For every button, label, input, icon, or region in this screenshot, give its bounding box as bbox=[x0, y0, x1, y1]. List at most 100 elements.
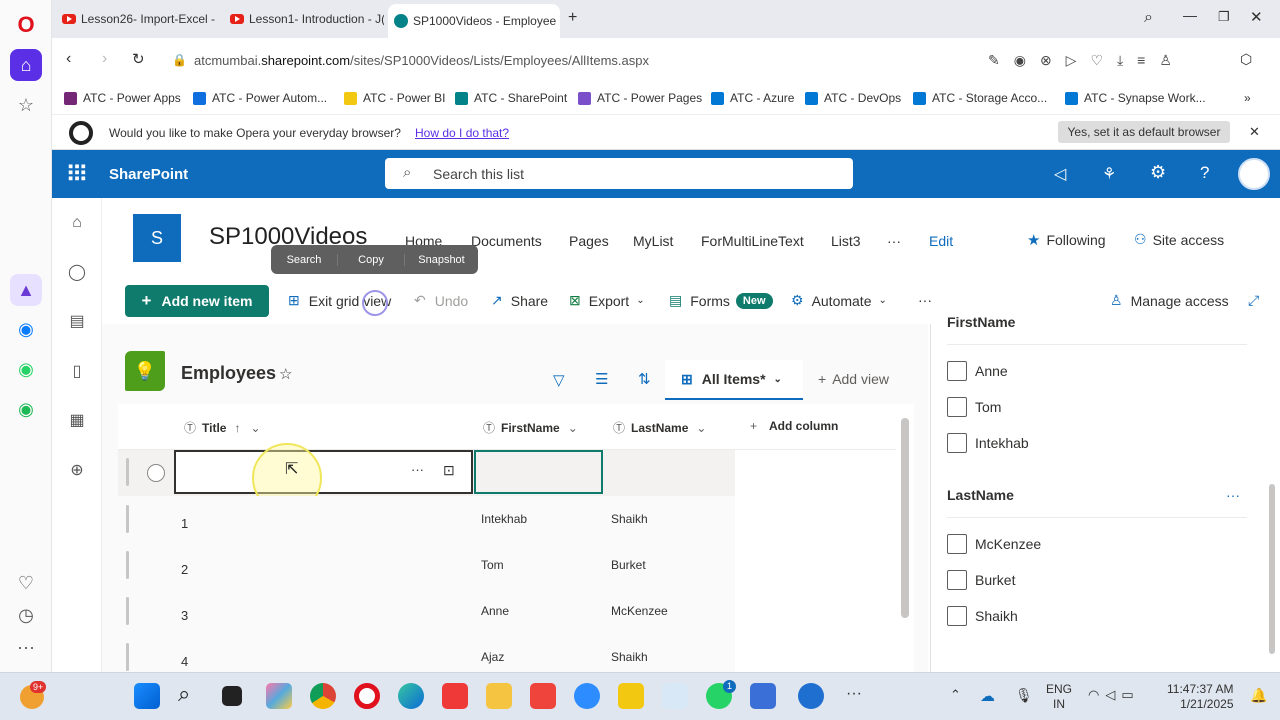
home-icon[interactable]: ⌂ bbox=[10, 49, 42, 81]
popup-snapshot[interactable]: Snapshot bbox=[405, 254, 478, 266]
more-commands-icon[interactable]: ··· bbox=[918, 292, 932, 308]
automate-button[interactable]: ⚙ Automate ⌄ bbox=[791, 292, 887, 309]
messenger-icon[interactable]: ◉ bbox=[10, 313, 42, 345]
bookmark-item[interactable]: ATC - SharePoint bbox=[455, 91, 567, 105]
add-new-item-button[interactable]: + Add new item bbox=[125, 285, 269, 317]
back-icon[interactable]: ‹ bbox=[66, 50, 71, 68]
nav-documents[interactable]: Documents bbox=[471, 233, 542, 249]
filter-icon[interactable]: ▽ bbox=[553, 371, 565, 389]
firstname-edit-cell[interactable] bbox=[474, 450, 603, 494]
list-title[interactable]: Employees bbox=[181, 363, 276, 384]
view-switcher[interactable]: ⊞ All Items* ⌄ bbox=[665, 360, 803, 400]
cell-title[interactable]: 3 bbox=[181, 608, 188, 623]
screen-recorder-icon[interactable] bbox=[798, 683, 824, 709]
more-apps-icon[interactable]: ··· bbox=[846, 685, 862, 703]
undo-button[interactable]: ↶ Undo bbox=[414, 292, 468, 309]
notifications-icon[interactable]: 🔔 bbox=[1250, 687, 1267, 704]
share-button[interactable]: ↗ Share bbox=[491, 292, 548, 309]
language-indicator[interactable]: ENG IN bbox=[1046, 682, 1072, 712]
following-button[interactable]: ★ Following bbox=[1027, 231, 1106, 249]
vertical-scrollbar[interactable] bbox=[901, 418, 909, 618]
cell-last[interactable]: McKenzee bbox=[611, 604, 668, 618]
sort-icon[interactable]: ⇅ bbox=[638, 370, 651, 388]
favorite-star-icon[interactable]: ☆ bbox=[279, 365, 292, 383]
settings-icon[interactable]: ⚙ bbox=[1150, 162, 1166, 183]
forms-button[interactable]: ▤ Forms New bbox=[669, 292, 773, 309]
opera-taskbar-icon[interactable] bbox=[354, 683, 380, 709]
cell-first[interactable]: Ajaz bbox=[481, 650, 504, 664]
bookmarks-overflow-icon[interactable]: » bbox=[1244, 91, 1251, 105]
onedrive-icon[interactable]: ☁ bbox=[980, 687, 995, 705]
vivaldi-icon[interactable] bbox=[442, 683, 468, 709]
tab-lesson1[interactable]: Lesson1- Introduction - J( bbox=[224, 6, 384, 32]
comment-icon[interactable]: ⊡ bbox=[443, 462, 455, 479]
lastname-more-icon[interactable]: ··· bbox=[1226, 487, 1240, 503]
copilot-icon[interactable] bbox=[266, 683, 292, 709]
reload-icon[interactable]: ↻ bbox=[132, 50, 145, 68]
start-icon[interactable] bbox=[134, 683, 160, 709]
popup-search[interactable]: Search bbox=[271, 254, 337, 266]
tab-lesson26[interactable]: Lesson26- Import-Excel - bbox=[56, 6, 216, 32]
set-default-button[interactable]: Yes, set it as default browser bbox=[1058, 121, 1230, 143]
bookmark-item[interactable]: ATC - Power BI bbox=[344, 91, 445, 105]
restore-icon[interactable]: ❐ bbox=[1218, 9, 1230, 25]
whatsapp-icon[interactable]: ◉ bbox=[10, 353, 42, 385]
nav-pages[interactable]: Pages bbox=[569, 233, 609, 249]
app-name[interactable]: SharePoint bbox=[109, 166, 188, 183]
bookmark-item[interactable]: ATC - Power Pages bbox=[578, 91, 702, 105]
expand-icon[interactable]: ⤢ bbox=[1248, 292, 1259, 309]
lists-icon[interactable]: ▦ bbox=[66, 409, 88, 431]
column-header-title[interactable]: Ⓣ Title ↑ ⌄ bbox=[184, 419, 261, 436]
share-network-icon[interactable]: ⚘ bbox=[1102, 164, 1116, 184]
history-icon[interactable]: ◷ bbox=[10, 599, 42, 631]
tab-sp1000videos[interactable]: SP1000Videos - Employee ✕ bbox=[388, 4, 560, 38]
bookmark-item[interactable]: ATC - Storage Acco... bbox=[913, 91, 1047, 105]
tray-chevron-icon[interactable]: ⌃ bbox=[950, 687, 961, 703]
filter-checkbox[interactable] bbox=[947, 534, 967, 554]
nav-more[interactable]: ··· bbox=[887, 233, 901, 249]
nav-mylist[interactable]: MyList bbox=[633, 233, 673, 249]
filter-checkbox[interactable] bbox=[947, 433, 967, 453]
edge-icon[interactable] bbox=[398, 683, 424, 709]
site-access-button[interactable]: ⚇ Site access bbox=[1134, 231, 1224, 248]
table-row[interactable]: 3 Anne McKenzee bbox=[118, 588, 735, 634]
cell-last[interactable]: Shaikh bbox=[611, 650, 648, 664]
cell-title[interactable]: 2 bbox=[181, 562, 188, 577]
minimize-icon[interactable]: — bbox=[1183, 7, 1197, 23]
task-view-icon[interactable] bbox=[222, 686, 242, 706]
cell-more-icon[interactable]: ··· bbox=[411, 462, 424, 477]
app-launcher-icon[interactable]: ▪▪▪ ▪▪▪ ▪▪▪ bbox=[68, 159, 87, 186]
filter-checkbox[interactable] bbox=[947, 606, 967, 626]
globe-icon[interactable]: ◯ bbox=[66, 261, 88, 283]
filter-option-label[interactable]: Shaikh bbox=[975, 608, 1018, 624]
snipping-tool-icon[interactable] bbox=[662, 683, 688, 709]
files-icon[interactable]: ▯ bbox=[66, 360, 88, 382]
close-infobar-icon[interactable]: ✕ bbox=[1249, 124, 1260, 140]
more-icon[interactable]: ··· bbox=[10, 631, 42, 663]
filter-option-label[interactable]: Anne bbox=[975, 363, 1008, 379]
search-box[interactable]: ⌕ Search this list bbox=[385, 158, 853, 189]
filter-option-label[interactable]: Tom bbox=[975, 399, 1001, 415]
cell-last[interactable]: Shaikh bbox=[611, 512, 648, 526]
opera-logo-icon[interactable]: O bbox=[10, 9, 42, 41]
search-tabs-icon[interactable]: ⌕ bbox=[1144, 9, 1153, 27]
powerbi-icon[interactable] bbox=[618, 683, 644, 709]
clock[interactable]: 11:47:37 AM 1/21/2025 bbox=[1167, 682, 1234, 712]
table-row[interactable]: 1 Intekhab Shaikh bbox=[118, 496, 735, 542]
anydesk-icon[interactable] bbox=[530, 683, 556, 709]
pane-scrollbar[interactable] bbox=[1269, 484, 1275, 654]
manage-access-button[interactable]: ♙ Manage access bbox=[1110, 292, 1229, 309]
cell-last[interactable]: Burket bbox=[611, 558, 646, 572]
cell-title[interactable]: 1 bbox=[181, 516, 188, 531]
title-edit-cell[interactable] bbox=[174, 450, 473, 494]
add-view-button[interactable]: + Add view bbox=[818, 371, 889, 387]
filter-checkbox[interactable] bbox=[947, 397, 967, 417]
help-icon[interactable]: ? bbox=[1200, 163, 1209, 183]
filter-checkbox[interactable] bbox=[947, 361, 967, 381]
nav-edit[interactable]: Edit bbox=[929, 233, 953, 249]
home-nav-icon[interactable]: ⌂ bbox=[66, 212, 88, 234]
bookmark-item[interactable]: ATC - DevOps bbox=[805, 91, 901, 105]
bookmark-item[interactable]: ATC - Power Apps bbox=[64, 91, 181, 105]
system-tray-icons[interactable]: ◠◁▭ bbox=[1088, 687, 1140, 703]
filter-checkbox[interactable] bbox=[947, 570, 967, 590]
